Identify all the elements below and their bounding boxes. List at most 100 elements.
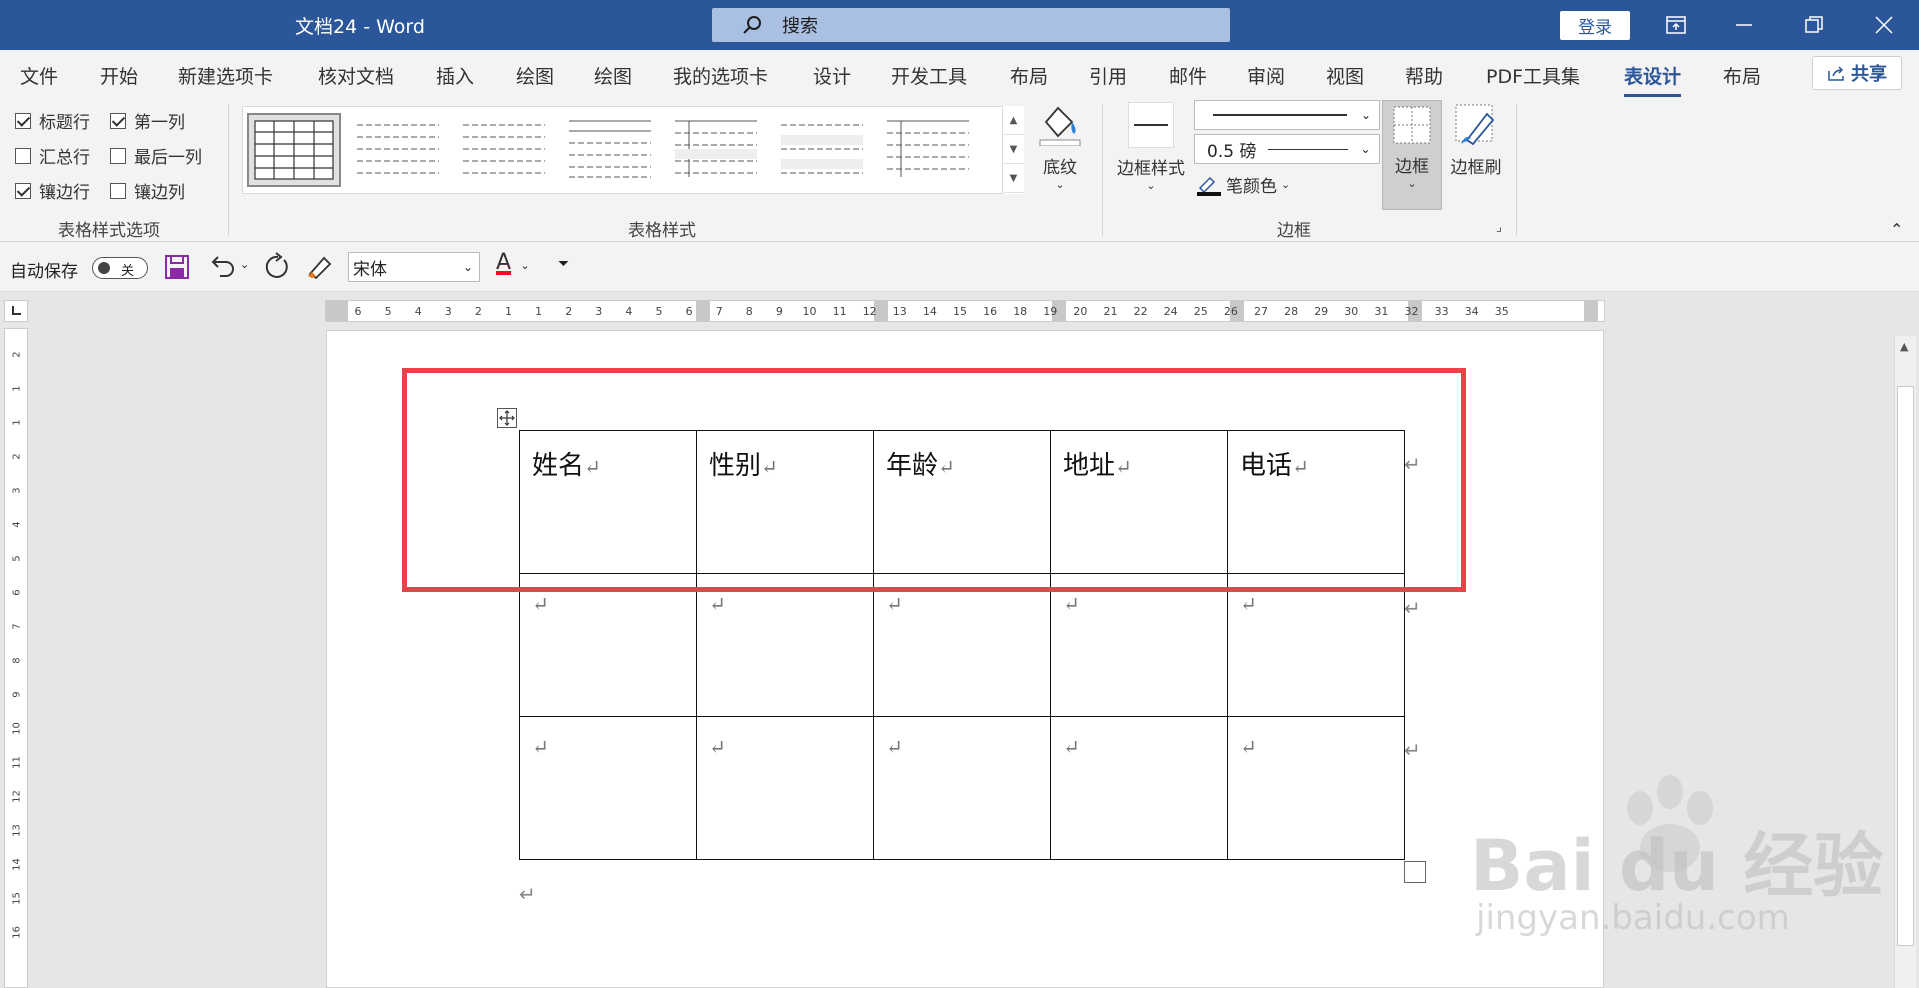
tab-new-tab[interactable]: 新建选项卡 <box>178 62 273 89</box>
gallery-down-icon[interactable]: ▼ <box>1003 135 1024 164</box>
tab-review[interactable]: 审阅 <box>1247 62 1285 89</box>
ruler-tick-label: 12 <box>862 305 877 318</box>
total-row-label: 汇总行 <box>39 148 90 168</box>
gallery-scroll[interactable]: ▲ ▼ ▼ <box>1002 106 1024 194</box>
collapse-ribbon-icon[interactable]: ⌃ <box>1890 220 1903 239</box>
tab-proofread[interactable]: 核对文档 <box>318 62 394 89</box>
chevron-down-icon: ⌄ <box>1407 177 1417 190</box>
tab-draw[interactable]: 绘图 <box>516 62 554 89</box>
table-style-plain-5[interactable] <box>777 113 871 187</box>
table-resize-handle[interactable] <box>1404 861 1426 883</box>
ruler-tick-label: 32 <box>1404 305 1419 318</box>
tab-view[interactable]: 视图 <box>1326 62 1364 89</box>
close-icon[interactable] <box>1864 8 1904 42</box>
table-cell[interactable]: ↵ <box>1227 573 1405 717</box>
dialog-launcher-icon[interactable]: ⌟ <box>1496 220 1502 235</box>
tab-table-layout[interactable]: 布局 <box>1723 62 1761 89</box>
chevron-down-icon: ⌄ <box>1360 142 1371 156</box>
customize-toolbar-icon[interactable]: ⏷ <box>558 256 569 272</box>
header-row-checkbox[interactable]: 标题行 <box>15 108 90 133</box>
restore-icon[interactable] <box>1794 8 1834 42</box>
login-button[interactable]: 登录 <box>1560 11 1630 40</box>
font-color-button[interactable]: A ⌄ <box>496 250 530 275</box>
table-style-plain-4[interactable] <box>671 113 765 187</box>
minimize-icon[interactable] <box>1724 8 1764 42</box>
last-column-checkbox[interactable]: 最后一列 <box>110 143 202 168</box>
save-icon[interactable] <box>164 254 190 285</box>
gallery-more-icon[interactable]: ▼ <box>1003 164 1024 193</box>
ruler-tick-label: 1 <box>11 419 23 426</box>
search-box[interactable]: 搜索 <box>712 8 1230 42</box>
tab-design[interactable]: 设计 <box>813 62 851 89</box>
paragraph-mark: ↵ <box>519 882 536 906</box>
font-name-dropdown[interactable]: 宋体 ⌄ <box>348 252 480 282</box>
shading-button[interactable]: 底纹 ⌄ <box>1034 102 1086 191</box>
paragraph-mark: ↵ <box>886 592 903 616</box>
banded-columns-checkbox[interactable]: 镶边列 <box>110 178 185 203</box>
share-button[interactable]: 共享 <box>1812 56 1902 90</box>
ruler-tick-label: 22 <box>1133 305 1148 318</box>
table-style-grid[interactable] <box>247 113 341 187</box>
tab-help[interactable]: 帮助 <box>1405 62 1443 89</box>
line-style-dropdown[interactable]: ⌄ <box>1194 100 1380 130</box>
group-divider <box>228 104 229 236</box>
first-column-checkbox[interactable]: 第一列 <box>110 108 185 133</box>
ruler-tick-label: 35 <box>1494 305 1509 318</box>
tab-references[interactable]: 引用 <box>1089 62 1127 89</box>
tab-home[interactable]: 开始 <box>100 62 138 89</box>
undo-icon[interactable] <box>208 252 236 285</box>
ruler-tick-label: 6 <box>685 305 693 318</box>
ruler-tick-label: 18 <box>1013 305 1028 318</box>
tab-my-tab[interactable]: 我的选项卡 <box>673 62 768 89</box>
ribbon-display-options-icon[interactable] <box>1656 8 1696 42</box>
table-cell[interactable]: ↵ <box>1050 716 1228 860</box>
tab-file[interactable]: 文件 <box>20 62 58 89</box>
ruler-tick-label: 4 <box>11 521 23 528</box>
row-end-mark: ↵ <box>1404 738 1421 762</box>
ruler-tick-label: 10 <box>11 722 23 735</box>
table-style-plain-6[interactable] <box>883 113 977 187</box>
table-cell[interactable]: ↵ <box>519 573 697 717</box>
tab-developer[interactable]: 开发工具 <box>891 62 967 89</box>
ruler-tick-label: 11 <box>11 756 23 769</box>
tab-pdf-tools[interactable]: PDF工具集 <box>1486 62 1580 89</box>
tab-draw-2[interactable]: 绘图 <box>594 62 632 89</box>
vertical-ruler[interactable]: 2 1 1 2 3 4 5 6 7 8 9 10 11 12 13 14 15 16 <box>4 328 28 988</box>
tab-table-design[interactable]: 表设计 <box>1624 62 1682 97</box>
table-cell[interactable]: ↵ <box>696 573 874 717</box>
border-painter-button[interactable]: 边框刷 <box>1446 102 1506 178</box>
table-cell[interactable]: ↵ <box>1050 573 1228 717</box>
total-row-checkbox[interactable]: 汇总行 <box>15 143 90 168</box>
pen-weight-dropdown[interactable]: 0.5 磅 ⌄ <box>1194 134 1380 164</box>
gallery-up-icon[interactable]: ▲ <box>1003 106 1024 135</box>
table-style-plain-1[interactable] <box>353 113 447 187</box>
pen-color-button[interactable]: 笔颜色 ⌄ <box>1196 172 1290 197</box>
ruler-tick-label: 25 <box>1193 305 1208 318</box>
horizontal-ruler[interactable]: 6 5 4 3 2 1 1 2 3 4 5 6 7 8 9 10 11 12 13 14 15 16 18 19 20 21 22 2… <box>325 300 1605 322</box>
table-cell[interactable]: ↵ <box>1227 716 1405 860</box>
tab-insert[interactable]: 插入 <box>436 62 474 89</box>
document-title: 文档24 - Word <box>295 16 425 38</box>
table-cell[interactable]: ↵ <box>696 716 874 860</box>
undo-dropdown-icon[interactable]: ⌄ <box>240 258 249 271</box>
style-options-group-label: 表格样式选项 <box>58 221 160 241</box>
table-cell[interactable]: ↵ <box>873 716 1051 860</box>
ruler-tick-label: 24 <box>1163 305 1178 318</box>
pen-weight-value: 0.5 磅 <box>1207 141 1257 162</box>
autosave-toggle[interactable]: 关 <box>92 257 148 279</box>
ruler-tab-selector[interactable] <box>4 300 28 322</box>
tab-mailings[interactable]: 邮件 <box>1169 62 1207 89</box>
table-style-plain-2[interactable] <box>459 113 553 187</box>
tab-layout[interactable]: 布局 <box>1010 62 1048 89</box>
table-style-plain-3[interactable] <box>565 113 659 187</box>
scroll-up-icon[interactable]: ▲ <box>1900 340 1908 353</box>
ruler-tick-label: 21 <box>1103 305 1118 318</box>
border-styles-button[interactable]: 边框样式 ⌄ <box>1114 102 1188 192</box>
table-cell[interactable]: ↵ <box>873 573 1051 717</box>
redo-icon[interactable] <box>262 252 290 285</box>
table-cell[interactable]: ↵ <box>519 716 697 860</box>
format-painter-icon[interactable] <box>306 252 334 285</box>
borders-button[interactable]: 边框 ⌄ <box>1382 100 1442 210</box>
paint-bucket-icon <box>1039 106 1081 147</box>
banded-rows-checkbox[interactable]: 镶边行 <box>15 178 90 203</box>
